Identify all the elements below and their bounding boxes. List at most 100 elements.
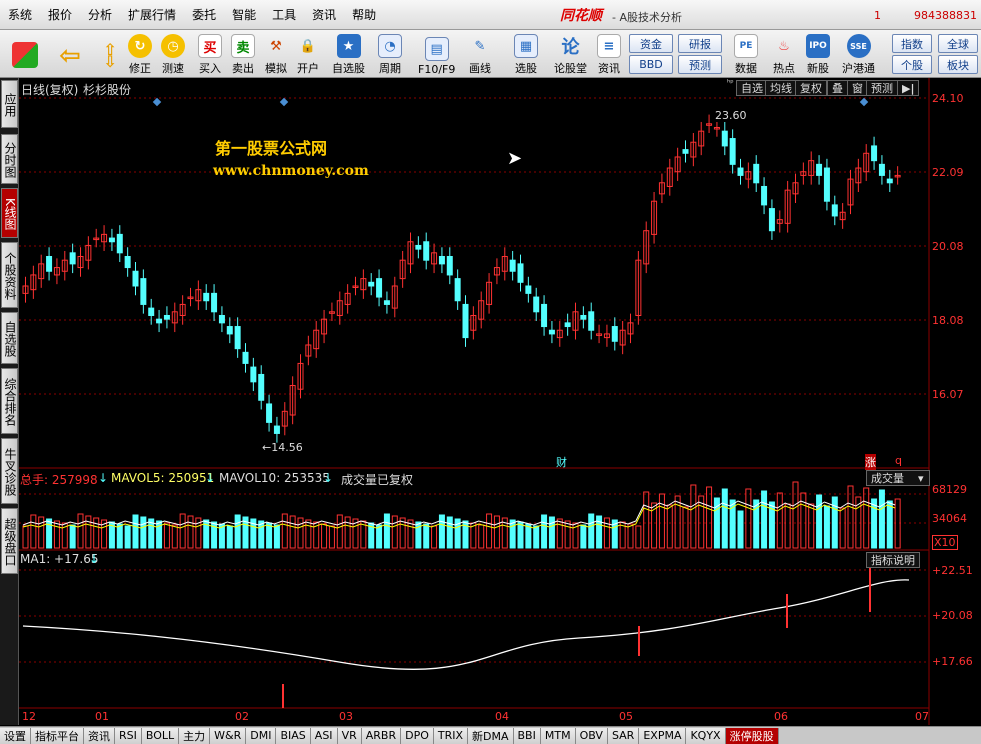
stock-picker-button[interactable]: ▦ 选股 xyxy=(514,32,538,76)
indicator-tab-5[interactable]: 主力 xyxy=(179,727,211,744)
menu-info[interactable]: 资讯 xyxy=(304,6,344,23)
tab-window[interactable]: 窗 xyxy=(847,80,868,96)
menu-trade[interactable]: 委托 xyxy=(184,6,224,23)
tab-adjust[interactable]: 复权 xyxy=(795,80,827,96)
speed-button[interactable]: ◷ 测速 xyxy=(161,32,185,76)
tab-watchlist[interactable]: 自选 xyxy=(736,80,768,96)
data-button[interactable]: PE 数据 xyxy=(734,32,758,76)
indicator-tab-8[interactable]: BIAS xyxy=(276,727,311,744)
watchlist-button[interactable]: ★ 自选股 xyxy=(332,32,365,76)
funds-pill[interactable]: 资金 xyxy=(629,34,673,53)
buy-button[interactable]: 买买入 xyxy=(198,32,222,76)
open-account-button[interactable]: 🔒 开户 xyxy=(296,32,320,76)
limit-up-marker[interactable]: 涨 xyxy=(865,454,876,470)
indicator-tab-10[interactable]: VR xyxy=(337,727,362,744)
indicator-tab-16[interactable]: MTM xyxy=(540,727,576,744)
news-button[interactable]: ≡ 资讯 xyxy=(597,32,621,76)
hk-connect-button[interactable]: SSE 沪港通 xyxy=(842,32,875,76)
tab-overlay[interactable]: 叠 xyxy=(827,80,848,96)
sidebar-tab-orderbook[interactable]: 超级盘口 xyxy=(1,508,18,574)
indicator-tab-12[interactable]: DPO xyxy=(401,727,434,744)
volume-bar xyxy=(22,525,29,549)
sidebar-tab-kline[interactable]: K线图 xyxy=(1,188,18,238)
tab-forecast[interactable]: 预测 xyxy=(866,80,898,96)
ma1-line xyxy=(22,579,910,670)
volume-bar xyxy=(533,525,540,549)
global-pill[interactable]: 全球 xyxy=(938,34,978,53)
menu-quote[interactable]: 报价 xyxy=(40,6,80,23)
volume-bar xyxy=(30,514,37,549)
volume-bar xyxy=(831,496,838,549)
indicator-tab-2[interactable]: 资讯 xyxy=(84,727,115,744)
ipo-button[interactable]: IPO 新股 xyxy=(806,32,830,76)
x-tick-02: 02 xyxy=(235,710,249,723)
volume-bar xyxy=(564,520,571,549)
sidebar-tab-profile[interactable]: 个股资料 xyxy=(1,242,18,308)
sidebar-tab-apps[interactable]: 应用 xyxy=(1,80,18,128)
simulate-button[interactable]: ⚒ 模拟 xyxy=(264,32,288,76)
stock-pill[interactable]: 个股 xyxy=(892,55,932,74)
pe-icon: PE xyxy=(734,34,758,58)
updown-button[interactable]: ⇧ ⇩ xyxy=(98,32,122,76)
period-button[interactable]: ◔ 周期 xyxy=(378,32,402,76)
sidebar-tab-watchlist[interactable]: 自选股 xyxy=(1,312,18,364)
indicator-tab-21[interactable]: 涨停股股 xyxy=(725,727,779,744)
indicator-tab-11[interactable]: ARBR xyxy=(361,727,402,744)
toolbar: ⇦ ⇧ ⇩ ↻ 修正 ◷ 测速 买买入 卖卖出 ⚒ 模拟 🔒 开户 ★ 自选股 ◔ 周期 ▤ F… xyxy=(0,30,981,78)
indicator-tab-0[interactable]: 设置 xyxy=(0,727,31,744)
candle-body xyxy=(226,326,233,335)
menu-help[interactable]: 帮助 xyxy=(344,6,384,23)
sector-pill[interactable]: 板块 xyxy=(938,55,978,74)
indicator-tab-3[interactable]: RSI xyxy=(115,727,142,744)
indicator-tab-14[interactable]: 新DMA xyxy=(468,727,514,744)
indicator-tab-4[interactable]: BOLL xyxy=(141,727,180,744)
app-subtitle: - A股技术分析 xyxy=(612,11,682,24)
menu-extended[interactable]: 扩展行情 xyxy=(120,6,184,23)
indicator-tab-1[interactable]: 指标平台 xyxy=(31,727,84,744)
volume-indicator-dropdown[interactable]: 成交量 ▾ xyxy=(866,470,930,486)
indicator-tab-20[interactable]: KQYX xyxy=(686,727,726,744)
volume-bar xyxy=(761,490,768,549)
forum-button[interactable]: 论论股堂 xyxy=(554,32,587,76)
hot-button[interactable]: ♨ 热点 xyxy=(772,32,796,76)
indicator-tab-18[interactable]: SAR xyxy=(607,727,640,744)
menu-analysis[interactable]: 分析 xyxy=(80,6,120,23)
indicator-tab-9[interactable]: ASI xyxy=(310,727,338,744)
tab-ma[interactable]: 均线 xyxy=(765,80,797,96)
volume-bar xyxy=(376,524,383,549)
draw-button[interactable]: ✎ 画线 xyxy=(468,32,492,76)
index-pill[interactable]: 指数 xyxy=(892,34,932,53)
indicator-tab-19[interactable]: EXPMA xyxy=(639,727,687,744)
indicator-tab-17[interactable]: OBV xyxy=(575,727,608,744)
kline-chart-area[interactable]: 日线(复权) 杉杉股份 ʰᵖ 自选 均线 复权 叠 窗 预测 ▶| 第一股票公式… xyxy=(19,78,981,725)
finance-marker[interactable]: 财 xyxy=(556,454,567,470)
lock-icon: 🔒 xyxy=(299,38,317,54)
indicator-tab-15[interactable]: BBI xyxy=(513,727,541,744)
q-marker[interactable]: q xyxy=(895,454,902,467)
indicator-tab-6[interactable]: W&R xyxy=(210,727,247,744)
fix-button[interactable]: ↻ 修正 xyxy=(128,32,152,76)
f10-button[interactable]: ▤ F10/F9 xyxy=(418,32,455,76)
sell-icon: 卖 xyxy=(231,34,255,58)
candle-body xyxy=(548,329,555,335)
indicator-tab-7[interactable]: DMI xyxy=(246,727,277,744)
sidebar-tab-diagnosis[interactable]: 牛叉诊股 xyxy=(1,438,18,504)
menu-smart[interactable]: 智能 xyxy=(224,6,264,23)
candle-body xyxy=(533,296,540,313)
menu-tools[interactable]: 工具 xyxy=(264,6,304,23)
indicator-tab-13[interactable]: TRIX xyxy=(433,727,469,744)
sell-button[interactable]: 卖卖出 xyxy=(231,32,255,76)
forecast-pill[interactable]: 预测 xyxy=(678,55,722,74)
menu-system[interactable]: 系统 xyxy=(0,6,40,23)
sidebar-tab-timeshare[interactable]: 分时图 xyxy=(1,134,18,184)
sidebar-tab-ranking[interactable]: 综合排名 xyxy=(1,368,18,434)
volume-bar xyxy=(706,486,713,549)
candle-body xyxy=(273,425,280,434)
research-pill[interactable]: 研报 xyxy=(678,34,722,53)
collapse-icon[interactable]: ▶| xyxy=(897,80,920,96)
indicator-help-button[interactable]: 指标说明 xyxy=(866,552,920,568)
back-button[interactable]: ⇦ xyxy=(58,32,82,76)
price-tick-2: 22.09 xyxy=(932,166,964,179)
bbd-pill[interactable]: BBD xyxy=(629,55,673,74)
grid-button[interactable] xyxy=(12,32,38,76)
